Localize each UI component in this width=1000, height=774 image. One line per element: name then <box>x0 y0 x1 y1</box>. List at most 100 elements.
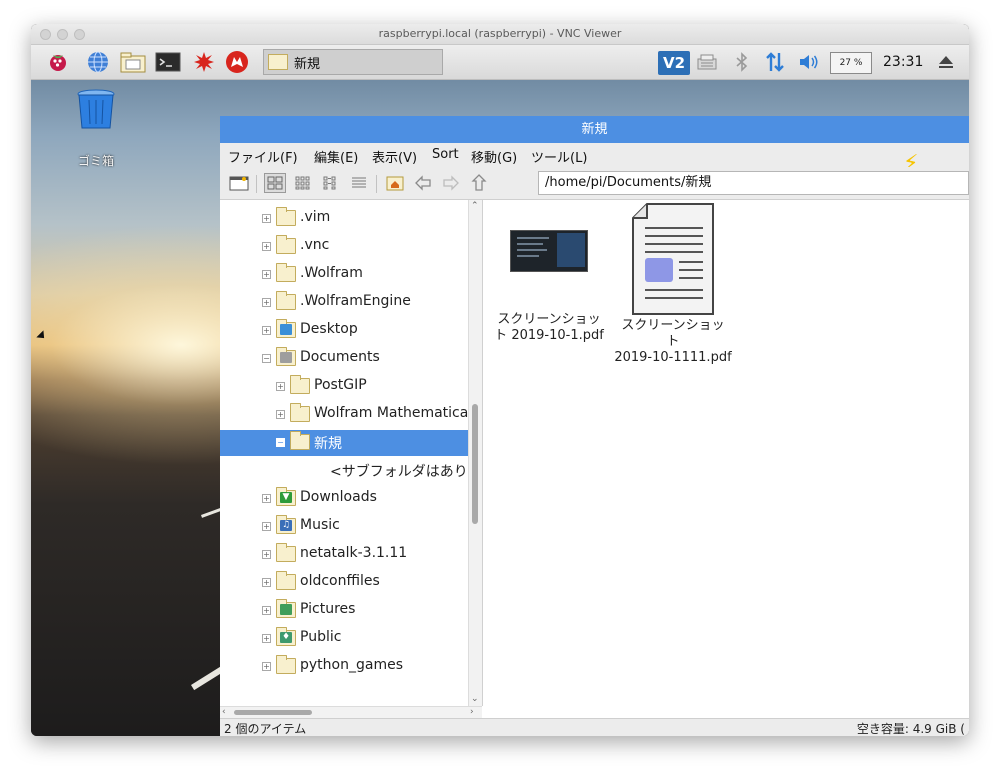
folder-icon <box>276 571 296 590</box>
collapse-icon[interactable]: − <box>262 354 271 363</box>
tree-item-label: Documents <box>300 349 380 365</box>
vnc-server-icon[interactable]: V2 <box>658 51 690 75</box>
cpu-monitor[interactable]: 27 % <box>830 52 872 74</box>
tree-item[interactable]: − Documents <box>220 346 468 372</box>
network-icon[interactable] <box>762 49 788 75</box>
expand-icon[interactable]: + <box>262 606 271 615</box>
tree-item[interactable]: + PostGIP <box>220 374 468 400</box>
web-browser-icon[interactable] <box>85 49 111 75</box>
expand-icon[interactable]: + <box>262 578 271 587</box>
tree-item-label: netatalk-3.1.11 <box>300 545 408 561</box>
tree-horizontal-scrollbar[interactable]: ‹ › <box>220 706 482 718</box>
expand-icon[interactable]: + <box>262 550 271 559</box>
tree-item[interactable]: + ♦ Public <box>220 626 468 652</box>
collapse-icon[interactable]: − <box>276 438 285 447</box>
expand-icon[interactable]: + <box>262 298 271 307</box>
item-count: 2 個のアイテム <box>224 722 307 736</box>
file-manager-titlebar[interactable]: 新規 <box>220 116 969 143</box>
menu-tools[interactable]: ツール(L) <box>531 147 587 166</box>
expand-icon[interactable]: + <box>262 494 271 503</box>
tree-item[interactable]: + Wolfram Mathematica <box>220 402 468 428</box>
expand-icon[interactable]: + <box>262 242 271 251</box>
tree-item[interactable]: + Desktop <box>220 318 468 344</box>
tree-item[interactable]: + .WolframEngine <box>220 290 468 316</box>
tree-scroll-thumb[interactable] <box>472 404 478 524</box>
trash-icon <box>77 89 115 129</box>
menu-sort[interactable]: Sort <box>432 147 459 162</box>
tree-item-label: Pictures <box>300 601 356 617</box>
toolbar: /home/pi/Documents/新規 <box>220 167 969 200</box>
remote-desktop[interactable]: 新規 V2 27 % 23:31 ゴミ箱 新規 ファイル(F) 編集(E) 表示… <box>31 45 969 736</box>
icon-view-button[interactable] <box>264 173 286 193</box>
scroll-down-icon[interactable]: ⌄ <box>471 694 479 704</box>
folder-tree[interactable]: + .vim + .vnc + .Wolfram + .WolframEngine + Deskt… <box>220 200 483 706</box>
free-space: 空き容量: 4.9 GiB ( <box>856 722 965 736</box>
scroll-right-icon[interactable]: › <box>470 707 474 717</box>
tree-item[interactable]: + netatalk-3.1.11 <box>220 542 468 568</box>
tree-item[interactable]: + ♫ Music <box>220 514 468 540</box>
scroll-left-icon[interactable]: ‹ <box>222 707 226 717</box>
list-view-button[interactable] <box>348 173 370 193</box>
location-bar[interactable]: /home/pi/Documents/新規 <box>538 171 969 195</box>
new-window-icon[interactable] <box>228 173 250 193</box>
thumbnail-view-button[interactable] <box>292 173 314 193</box>
file-manager-window: 新規 ファイル(F) 編集(E) 表示(V) Sort 移動(G) ツール(L)… <box>220 116 969 736</box>
pdf-document-icon <box>629 202 717 318</box>
compact-view-button[interactable] <box>320 173 342 193</box>
menu-go[interactable]: 移動(G) <box>471 147 517 166</box>
forward-icon[interactable] <box>440 173 462 193</box>
expand-icon[interactable]: + <box>276 410 285 419</box>
tree-vertical-scrollbar[interactable]: ⌃ ⌄ <box>468 200 482 706</box>
scroll-up-icon[interactable]: ⌃ <box>471 201 479 211</box>
tree-item[interactable]: + python_games <box>220 654 468 680</box>
wolfram-icon[interactable] <box>224 49 250 75</box>
file-name-line2: ト <box>666 334 680 349</box>
back-icon[interactable] <box>412 173 434 193</box>
tree-item[interactable]: + .vim <box>220 206 468 232</box>
file-item[interactable]: スクリーンショッ ト 2019-10-1.pdf <box>489 230 609 344</box>
tree-item-label: .vnc <box>300 237 330 253</box>
menu-file[interactable]: ファイル(F) <box>228 147 298 166</box>
eject-icon[interactable] <box>933 49 959 75</box>
expand-icon[interactable]: + <box>262 270 271 279</box>
file-manager-icon[interactable] <box>120 49 146 75</box>
menu-edit[interactable]: 編集(E) <box>314 147 358 166</box>
menu-view[interactable]: 表示(V) <box>372 147 417 166</box>
tree-hscroll-thumb[interactable] <box>234 710 312 715</box>
expand-icon[interactable]: + <box>262 634 271 643</box>
menubar: ファイル(F) 編集(E) 表示(V) Sort 移動(G) ツール(L) ⚡ <box>220 143 969 176</box>
expand-icon[interactable]: + <box>262 326 271 335</box>
tree-item[interactable]: + oldconffiles <box>220 570 468 596</box>
tree-item[interactable]: + Pictures <box>220 598 468 624</box>
tree-item-label: Wolfram Mathematica <box>314 405 469 421</box>
volume-icon[interactable] <box>796 49 822 75</box>
up-icon[interactable] <box>468 173 490 193</box>
expand-icon[interactable]: + <box>262 662 271 671</box>
folder-icon <box>276 543 296 562</box>
trash-desktop-icon[interactable] <box>71 88 121 134</box>
expand-icon[interactable]: + <box>262 522 271 531</box>
file-item[interactable]: スクリーンショッ ト 2019-10-1111.pdf <box>613 202 733 366</box>
tree-item[interactable]: − 新規 <box>220 430 468 456</box>
keyboard-icon[interactable] <box>694 49 720 75</box>
math-kernel-icon[interactable] <box>191 49 217 75</box>
vnc-viewer-window: raspberrypi.local (raspberrypi) - VNC Vi… <box>31 24 969 736</box>
expand-icon[interactable]: + <box>276 382 285 391</box>
tree-item[interactable]: + .Wolfram <box>220 262 468 288</box>
mac-titlebar[interactable]: raspberrypi.local (raspberrypi) - VNC Vi… <box>31 24 969 45</box>
clock[interactable]: 23:31 <box>883 54 923 70</box>
trash-label[interactable]: ゴミ箱 <box>61 152 131 169</box>
terminal-icon[interactable] <box>155 49 181 75</box>
tree-item-label: Music <box>300 517 340 533</box>
taskbar-window-button[interactable]: 新規 <box>263 49 443 75</box>
tree-item[interactable]: + ▼ Downloads <box>220 486 468 512</box>
file-name-line1: スクリーンショッ <box>621 318 725 333</box>
bluetooth-icon[interactable] <box>729 49 755 75</box>
tree-item[interactable]: <サブフォルダはあり <box>220 458 468 484</box>
expand-icon[interactable]: + <box>262 214 271 223</box>
tree-item[interactable]: + .vnc <box>220 234 468 260</box>
file-view[interactable]: スクリーンショッ ト 2019-10-1.pdf スクリーンショッ ト 2019… <box>483 200 969 718</box>
raspberry-menu-icon[interactable] <box>45 49 71 75</box>
home-icon[interactable] <box>384 173 406 193</box>
documents-folder-icon <box>276 347 296 366</box>
